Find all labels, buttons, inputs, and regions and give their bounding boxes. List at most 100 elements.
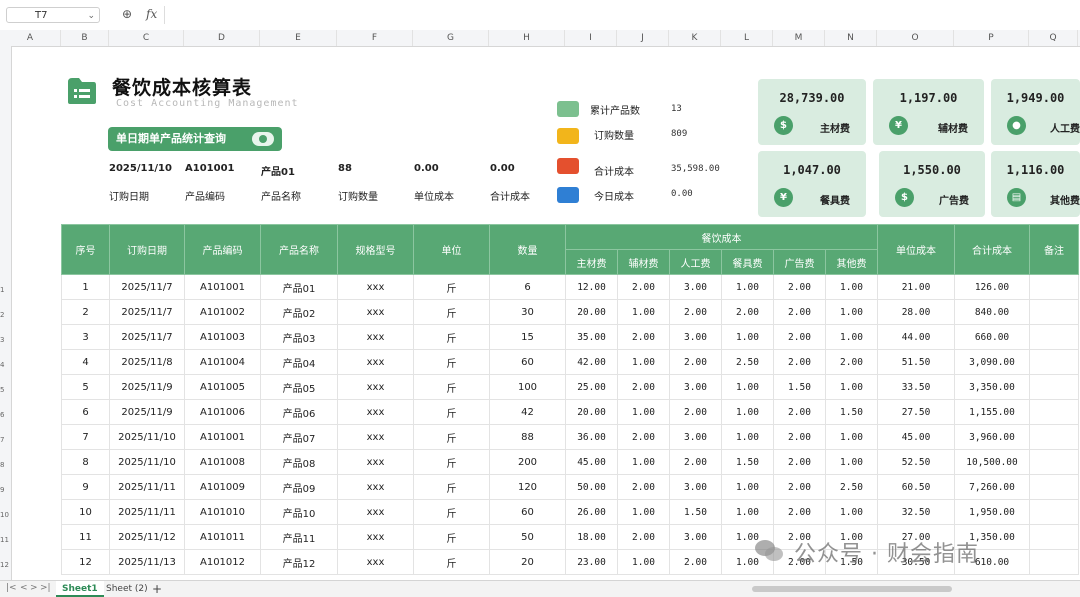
table-cell[interactable]: 2.00 <box>773 399 826 425</box>
table-cell[interactable]: 2025/11/12 <box>109 524 185 550</box>
table-cell[interactable]: 2.00 <box>669 449 722 475</box>
table-cell[interactable]: 斤 <box>413 299 490 325</box>
column-header-f[interactable]: F <box>337 30 413 46</box>
table-cell[interactable]: 27.50 <box>877 399 955 425</box>
table-cell[interactable]: 1.00 <box>825 499 878 525</box>
table-cell[interactable]: 2.00 <box>669 549 722 575</box>
table-cell[interactable]: 3.00 <box>669 274 722 300</box>
table-cell[interactable]: 7 <box>61 424 110 450</box>
table-cell[interactable]: 6 <box>61 399 110 425</box>
table-row[interactable]: 1 2025/11/7 A101001 产品01 xxx 斤 6 12.00 2.00 3.00 1… <box>61 274 1079 300</box>
table-cell[interactable]: 10,500.00 <box>954 449 1030 475</box>
table-cell[interactable]: 20.00 <box>565 299 618 325</box>
table-cell[interactable]: 21.00 <box>877 274 955 300</box>
table-cell[interactable]: 20.00 <box>565 399 618 425</box>
table-row[interactable]: 2 2025/11/7 A101002 产品02 xxx 斤 30 20.00 1.00 2.00… <box>61 299 1079 325</box>
row-header[interactable]: 3 <box>0 336 11 344</box>
table-cell[interactable]: 1.00 <box>825 299 878 325</box>
table-cell[interactable]: 1.00 <box>617 549 670 575</box>
table-cell[interactable]: 3.00 <box>669 524 722 550</box>
table-cell-remark[interactable] <box>1029 274 1079 300</box>
table-cell[interactable]: 1.00 <box>721 324 774 350</box>
table-cell[interactable]: A101004 <box>184 349 261 375</box>
table-cell[interactable]: 斤 <box>413 524 490 550</box>
table-cell[interactable]: 50.00 <box>565 474 618 500</box>
zoom-icon[interactable]: ⊕ <box>122 7 132 21</box>
table-cell[interactable]: A101003 <box>184 324 261 350</box>
table-cell[interactable]: 2.00 <box>669 399 722 425</box>
table-cell-remark[interactable] <box>1029 449 1079 475</box>
table-cell[interactable]: 1.50 <box>669 499 722 525</box>
table-cell[interactable]: 1.00 <box>721 474 774 500</box>
table-cell[interactable]: 2.00 <box>773 274 826 300</box>
table-cell[interactable]: 28.00 <box>877 299 955 325</box>
table-cell[interactable]: 20 <box>489 549 566 575</box>
table-cell[interactable]: 3.00 <box>669 424 722 450</box>
table-cell[interactable]: 2025/11/7 <box>109 274 185 300</box>
row-header[interactable]: 8 <box>0 461 11 469</box>
table-cell[interactable]: 1,155.00 <box>954 399 1030 425</box>
table-cell[interactable]: 18.00 <box>565 524 618 550</box>
row-header[interactable]: 6 <box>0 411 11 419</box>
next-sheet-icon[interactable]: > <box>30 583 38 593</box>
table-cell[interactable]: 2.00 <box>617 474 670 500</box>
horizontal-scrollbar[interactable] <box>752 586 952 592</box>
column-header-j[interactable]: J <box>617 30 669 46</box>
table-cell[interactable]: xxx <box>337 324 414 350</box>
add-sheet-button[interactable]: + <box>152 582 162 596</box>
column-header-i[interactable]: I <box>565 30 617 46</box>
prev-sheet-icon[interactable]: < <box>20 583 28 593</box>
table-cell[interactable]: 1.50 <box>825 399 878 425</box>
column-header-b[interactable]: B <box>61 30 109 46</box>
table-cell[interactable]: xxx <box>337 474 414 500</box>
table-cell[interactable]: 1 <box>61 274 110 300</box>
table-cell[interactable]: xxx <box>337 524 414 550</box>
table-cell[interactable]: 2.50 <box>721 349 774 375</box>
table-cell[interactable]: 2.00 <box>825 349 878 375</box>
last-sheet-icon[interactable]: >| <box>40 583 51 593</box>
table-cell[interactable]: 产品03 <box>260 324 338 350</box>
table-cell[interactable]: 1.00 <box>617 349 670 375</box>
table-cell-remark[interactable] <box>1029 549 1079 575</box>
table-cell-remark[interactable] <box>1029 424 1079 450</box>
table-cell[interactable]: 产品06 <box>260 399 338 425</box>
table-cell[interactable]: 7,260.00 <box>954 474 1030 500</box>
first-sheet-icon[interactable]: |< <box>6 583 17 593</box>
table-cell[interactable]: 8 <box>61 449 110 475</box>
row-header[interactable]: 7 <box>0 436 11 444</box>
row-header[interactable]: 5 <box>0 386 11 394</box>
table-cell[interactable]: 1.00 <box>825 274 878 300</box>
column-header-g[interactable]: G <box>413 30 489 46</box>
table-cell[interactable]: 3.00 <box>669 474 722 500</box>
column-header-l[interactable]: L <box>721 30 773 46</box>
table-cell[interactable]: 2.00 <box>617 324 670 350</box>
chevron-down-icon[interactable]: ⌄ <box>87 8 95 24</box>
table-cell[interactable]: 50 <box>489 524 566 550</box>
table-cell[interactable]: xxx <box>337 274 414 300</box>
fx-icon[interactable]: fx <box>146 7 157 21</box>
table-cell[interactable]: 1.00 <box>721 499 774 525</box>
table-cell[interactable]: 42 <box>489 399 566 425</box>
table-cell[interactable]: 3.00 <box>669 324 722 350</box>
table-cell-remark[interactable] <box>1029 324 1079 350</box>
table-cell[interactable]: 斤 <box>413 474 490 500</box>
table-cell[interactable]: 9 <box>61 474 110 500</box>
table-cell[interactable]: 2.00 <box>773 474 826 500</box>
table-cell[interactable]: 2.50 <box>825 474 878 500</box>
column-header-n[interactable]: N <box>825 30 877 46</box>
table-cell[interactable]: 产品01 <box>260 274 338 300</box>
table-cell-remark[interactable] <box>1029 374 1079 400</box>
table-cell[interactable]: 60 <box>489 499 566 525</box>
table-cell[interactable]: 2.00 <box>669 349 722 375</box>
table-cell[interactable]: 3,090.00 <box>954 349 1030 375</box>
table-cell[interactable]: 1.00 <box>617 499 670 525</box>
row-header[interactable]: 11 <box>0 536 11 544</box>
table-cell[interactable]: 840.00 <box>954 299 1030 325</box>
table-row[interactable]: 3 2025/11/7 A101003 产品03 xxx 斤 15 35.00 2.00 3.00… <box>61 324 1079 350</box>
table-cell[interactable]: 1.00 <box>721 374 774 400</box>
table-cell[interactable]: 60 <box>489 349 566 375</box>
table-row[interactable]: 9 2025/11/11 A101009 产品09 xxx 斤 120 50.00 2.00 3.… <box>61 474 1079 500</box>
table-cell[interactable]: 126.00 <box>954 274 1030 300</box>
table-cell[interactable]: 2025/11/11 <box>109 474 185 500</box>
table-cell[interactable]: 2.00 <box>773 324 826 350</box>
